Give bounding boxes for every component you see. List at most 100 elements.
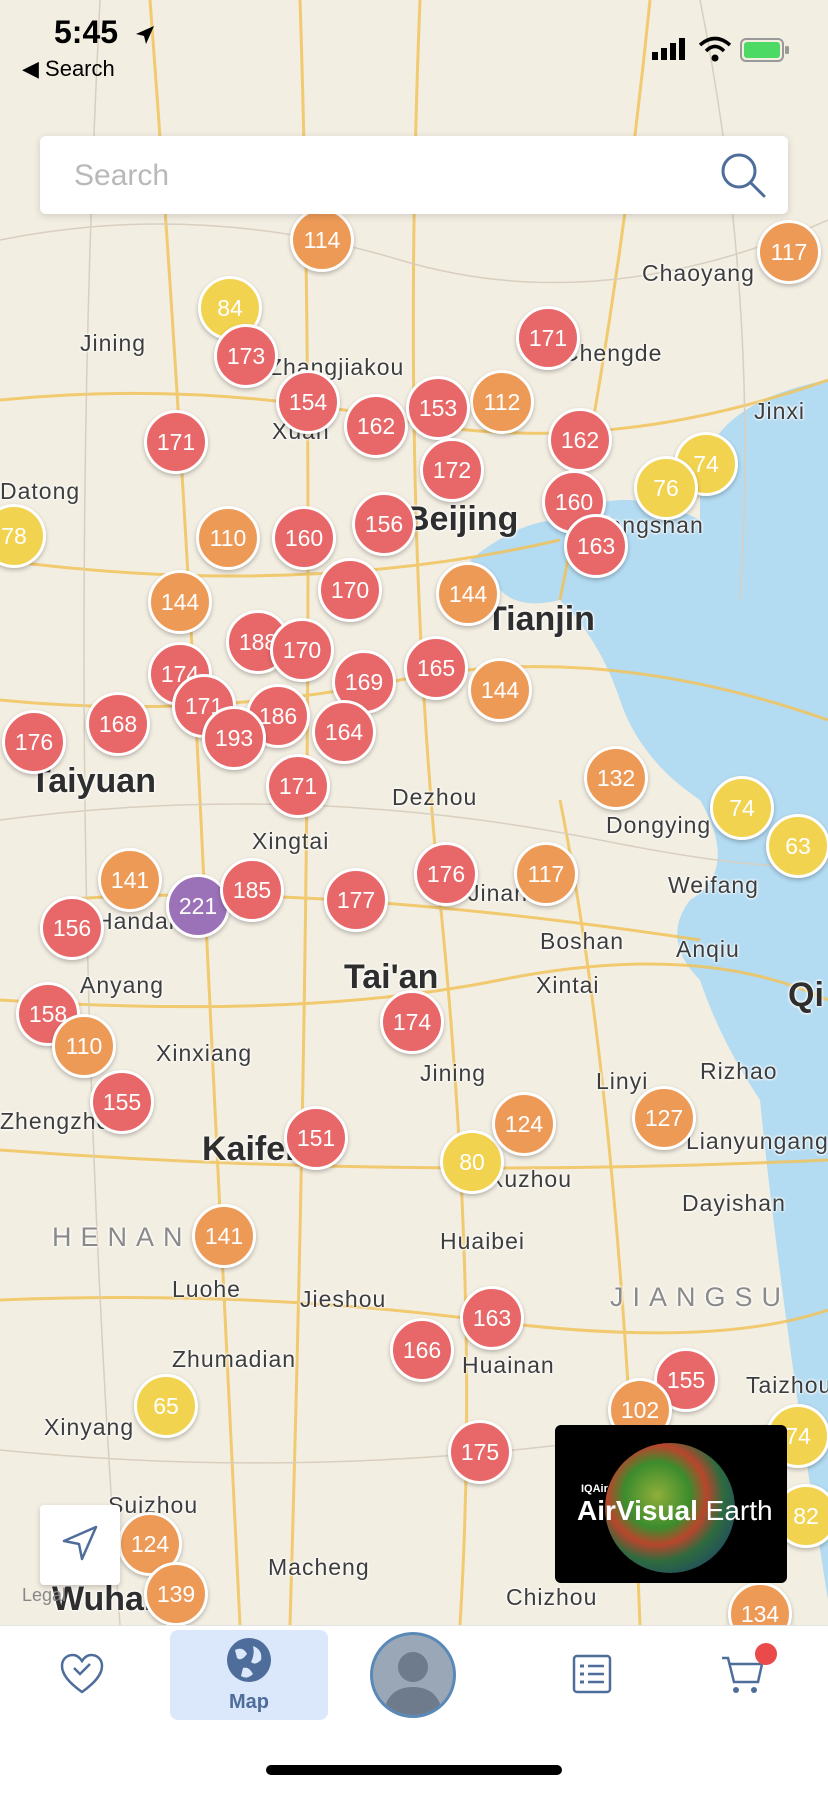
place-label: Jinxi (754, 398, 806, 424)
aqi-marker[interactable]: 177 (324, 868, 388, 932)
wifi-icon (698, 36, 732, 67)
aqi-marker[interactable]: 156 (40, 896, 104, 960)
aqi-marker[interactable]: 144 (436, 562, 500, 626)
place-label: Rizhao (700, 1058, 778, 1084)
aqi-marker[interactable]: 74 (710, 776, 774, 840)
aqi-marker[interactable]: 76 (634, 456, 698, 520)
aqi-marker[interactable]: 171 (266, 754, 330, 818)
aqi-marker[interactable]: 163 (564, 514, 628, 578)
aqi-marker[interactable]: 154 (276, 370, 340, 434)
aqi-marker[interactable]: 163 (460, 1286, 524, 1350)
place-label: Datong (0, 478, 81, 504)
place-label: Beijing (405, 500, 519, 538)
aqi-marker[interactable]: 65 (134, 1374, 198, 1438)
aqi-marker[interactable]: 185 (220, 858, 284, 922)
signal-icon (652, 38, 688, 65)
search-input[interactable] (72, 154, 696, 198)
aqi-marker[interactable]: 124 (492, 1092, 556, 1156)
map-view[interactable]: Jining Zhangjiakou Xuan Chengde Chaoyang… (0, 0, 828, 1625)
aqi-marker[interactable]: 166 (390, 1318, 454, 1382)
search-icon[interactable] (718, 150, 768, 205)
place-label: Xintai (536, 972, 600, 998)
place-label: Anyang (80, 972, 165, 998)
place-label: Jining (80, 330, 147, 356)
aqi-marker[interactable]: 127 (632, 1086, 696, 1150)
place-label: Huaibei (440, 1228, 525, 1254)
heart-icon (58, 1650, 106, 1703)
aqi-marker[interactable]: 141 (98, 848, 162, 912)
tab-favorites[interactable] (40, 1626, 124, 1726)
place-label: Xinyang (44, 1414, 135, 1440)
aqi-marker[interactable]: 176 (414, 842, 478, 906)
place-label: Weifang (668, 872, 759, 898)
status-bar: 5:45 ◀ Search (0, 0, 828, 90)
aqi-marker[interactable]: 174 (380, 990, 444, 1054)
aqi-marker[interactable]: 141 (192, 1204, 256, 1268)
location-arrow-status-icon (134, 24, 156, 51)
earth-card-title-light: Earth (705, 1495, 773, 1526)
battery-icon (740, 38, 790, 67)
aqi-marker[interactable]: 193 (202, 706, 266, 770)
aqi-marker[interactable]: 165 (404, 636, 468, 700)
home-indicator (266, 1765, 562, 1775)
place-label: Linyi (596, 1068, 649, 1094)
aqi-marker[interactable]: 170 (270, 618, 334, 682)
place-label: Tai'an (344, 958, 439, 996)
tab-map[interactable]: Map (170, 1630, 328, 1720)
aqi-marker[interactable]: 80 (440, 1130, 504, 1194)
place-label: Macheng (268, 1554, 370, 1580)
place-label: Dongying (606, 812, 712, 838)
aqi-marker[interactable]: 172 (420, 438, 484, 502)
airvisual-earth-card[interactable]: IQAir AirVisual Earth (555, 1425, 787, 1583)
aqi-marker[interactable]: 170 (318, 558, 382, 622)
iqair-brand: IQAir (581, 1483, 608, 1495)
back-to-search-link[interactable]: ◀ Search (22, 56, 115, 82)
aqi-marker[interactable]: 153 (406, 376, 470, 440)
aqi-marker[interactable]: 117 (757, 220, 821, 284)
aqi-marker[interactable]: 139 (144, 1562, 208, 1625)
aqi-marker[interactable]: 151 (284, 1106, 348, 1170)
place-label: Taizhou (746, 1372, 828, 1398)
search-bar[interactable] (40, 136, 788, 214)
place-label: Chaoyang (642, 260, 755, 286)
list-icon (568, 1650, 616, 1703)
globe-icon (225, 1636, 273, 1689)
aqi-marker[interactable]: 162 (548, 408, 612, 472)
legal-link[interactable]: Legal (22, 1585, 66, 1606)
aqi-marker[interactable]: 155 (90, 1070, 154, 1134)
place-label: Lianyungang (686, 1128, 828, 1154)
aqi-marker[interactable]: 171 (144, 410, 208, 474)
locate-me-button[interactable] (40, 1505, 120, 1585)
aqi-marker[interactable]: 117 (514, 842, 578, 906)
place-label: Boshan (540, 928, 625, 954)
aqi-marker[interactable]: 175 (448, 1420, 512, 1484)
aqi-marker[interactable]: 176 (2, 710, 66, 774)
aqi-marker[interactable]: 110 (52, 1014, 116, 1078)
aqi-marker[interactable]: 144 (468, 658, 532, 722)
place-label: Dayishan (682, 1190, 786, 1216)
place-label: Dezhou (392, 784, 478, 810)
tab-news[interactable] (550, 1626, 634, 1726)
aqi-marker[interactable]: 132 (584, 746, 648, 810)
aqi-marker[interactable]: 173 (214, 324, 278, 388)
aqi-marker[interactable]: 164 (312, 700, 376, 764)
tab-shop[interactable] (700, 1626, 784, 1726)
aqi-marker[interactable]: 112 (470, 370, 534, 434)
place-label: Tianjin (486, 600, 595, 638)
aqi-marker[interactable]: 114 (290, 208, 354, 272)
aqi-marker[interactable]: 110 (196, 506, 260, 570)
place-label: Huainan (462, 1352, 555, 1378)
aqi-marker[interactable]: 144 (148, 570, 212, 634)
profile-avatar[interactable] (370, 1632, 456, 1718)
aqi-marker[interactable]: 168 (86, 692, 150, 756)
aqi-marker[interactable]: 162 (344, 394, 408, 458)
aqi-marker[interactable]: 63 (766, 814, 828, 878)
earth-card-title: AirVisual Earth (577, 1495, 773, 1527)
aqi-marker[interactable]: 160 (272, 506, 336, 570)
aqi-marker[interactable]: 156 (352, 492, 416, 556)
aqi-marker[interactable]: 171 (516, 306, 580, 370)
region-label: HENAN (52, 1222, 192, 1252)
cart-badge (755, 1643, 777, 1665)
place-label: Xingtai (252, 828, 330, 854)
place-label: Xinxiang (156, 1040, 253, 1066)
